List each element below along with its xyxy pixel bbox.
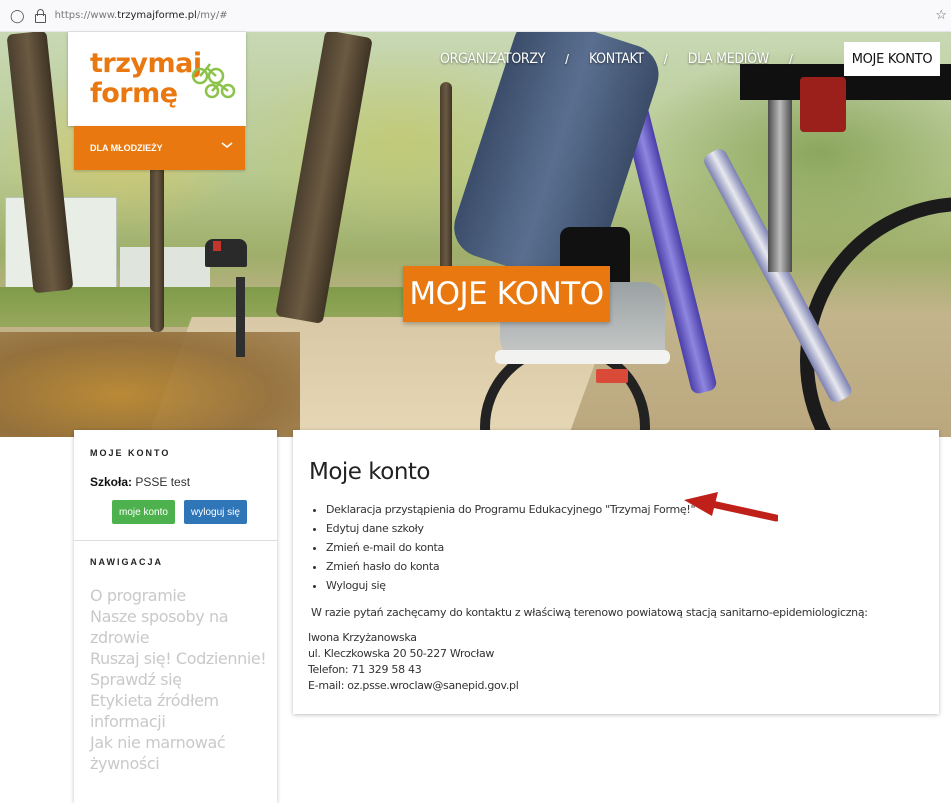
top-navigation: ORGANIZATORZY / KONTAKT / DLA MEDIÓW /	[440, 44, 813, 74]
nav-dla-mediow[interactable]: DLA MEDIÓW	[688, 51, 770, 67]
logo-text-line1: trzymaj	[90, 48, 202, 79]
school-label: Szkoła:	[90, 475, 133, 489]
contact-name: Iwona Krzyżanowska	[308, 631, 417, 644]
contact-info-text: W razie pytań zachęcamy do kontaktu z wł…	[311, 606, 868, 619]
nav-moje-konto[interactable]: MOJE KONTO	[844, 42, 940, 76]
hero-mailpost	[236, 277, 245, 357]
change-email-link[interactable]: Zmień e-mail do konta	[326, 538, 695, 557]
navigation-heading: NAWIGACJA	[90, 557, 164, 567]
site-logo[interactable]: trzymaj formę	[68, 32, 246, 126]
sidebar-item-nasze-sposoby[interactable]: Nasze sposoby na	[90, 606, 270, 627]
hero-mailflag	[213, 241, 221, 251]
page-hero-title: MOJE KONTO	[403, 266, 610, 322]
audience-dropdown[interactable]: DLA MŁODZIEŻY	[74, 126, 245, 170]
declaration-link[interactable]: Deklaracja przystąpienia do Programu Edu…	[326, 500, 696, 519]
bike-logo-icon	[191, 63, 236, 99]
sidebar-divider	[74, 540, 277, 541]
my-account-button[interactable]: moje konto	[112, 500, 175, 524]
sidebar-item-jak-nie-marnowac-cont[interactable]: żywności	[90, 753, 270, 774]
school-info: Szkoła: PSSE test	[90, 475, 190, 489]
nav-separator: /	[565, 51, 569, 67]
nav-separator: /	[663, 51, 668, 67]
account-heading: MOJE KONTO	[90, 448, 171, 458]
lock-icon[interactable]	[34, 9, 46, 23]
sidebar-item-etykieta[interactable]: Etykieta źródłem	[90, 690, 270, 711]
hero-pedal-reflector	[596, 369, 628, 383]
main-content: Moje konto Deklaracja przystąpienia do P…	[293, 430, 939, 714]
contact-email: E-mail: oz.psse.wroclaw@sanepid.gov.pl	[308, 679, 519, 692]
browser-address-bar: ◯ https://www.trzymajforme.pl/my/# ☆	[0, 0, 951, 32]
bookmark-star-icon[interactable]: ☆	[935, 7, 947, 23]
hero-leaves	[0, 332, 300, 437]
hero-house-2	[120, 247, 210, 292]
logo-text-line2: formę	[90, 78, 178, 109]
hero-rear-wheel	[800, 197, 951, 437]
logout-link[interactable]: Wyloguj się	[326, 576, 695, 595]
hero-seatpost	[768, 72, 792, 272]
hero-taillight	[800, 77, 846, 132]
sidebar-item-sprawdz-sie[interactable]: Sprawdź się	[90, 669, 270, 690]
sidebar-item-nasze-sposoby-cont[interactable]: zdrowie	[90, 627, 270, 648]
annotation-arrow-icon	[684, 492, 778, 522]
page-title: Moje konto	[309, 459, 431, 485]
url-field[interactable]: https://www.trzymajforme.pl/my/#	[55, 10, 228, 21]
hero-tree	[275, 32, 373, 324]
nav-organizatorzy[interactable]: ORGANIZATORZY	[440, 51, 545, 67]
sidebar-nav: O programie Nasze sposoby na zdrowie Rus…	[90, 585, 270, 774]
nav-separator: /	[788, 51, 793, 67]
change-password-link[interactable]: Zmień hasło do konta	[326, 557, 695, 576]
contact-address: ul. Kleczkowska 20 50-227 Wrocław	[308, 647, 495, 660]
chevron-down-icon	[221, 142, 233, 149]
logout-button[interactable]: wyloguj się	[184, 500, 247, 524]
nav-kontakt[interactable]: KONTAKT	[589, 51, 644, 67]
dropdown-label: DLA MŁODZIEŻY	[90, 143, 163, 153]
sidebar-item-ruszaj-sie[interactable]: Ruszaj się! Codziennie!	[90, 648, 270, 669]
account-actions-list: Deklaracja przystąpienia do Programu Edu…	[307, 500, 696, 595]
sidebar-item-etykieta-cont[interactable]: informacji	[90, 711, 270, 732]
contact-phone: Telefon: 71 329 58 43	[308, 663, 422, 676]
sidebar-item-o-programie[interactable]: O programie	[90, 585, 270, 606]
sidebar-item-jak-nie-marnowac[interactable]: Jak nie marnować	[90, 732, 270, 753]
hero-shoe-sole	[495, 350, 670, 364]
contact-details: Iwona Krzyżanowska ul. Kleczkowska 20 50…	[308, 630, 519, 694]
edit-school-link[interactable]: Edytuj dane szkoły	[326, 519, 695, 538]
school-value: PSSE test	[135, 475, 191, 489]
hero-mailbox	[205, 239, 247, 267]
sidebar: MOJE KONTO Szkoła: PSSE test moje konto …	[74, 430, 277, 803]
shield-icon[interactable]: ◯	[10, 8, 25, 24]
